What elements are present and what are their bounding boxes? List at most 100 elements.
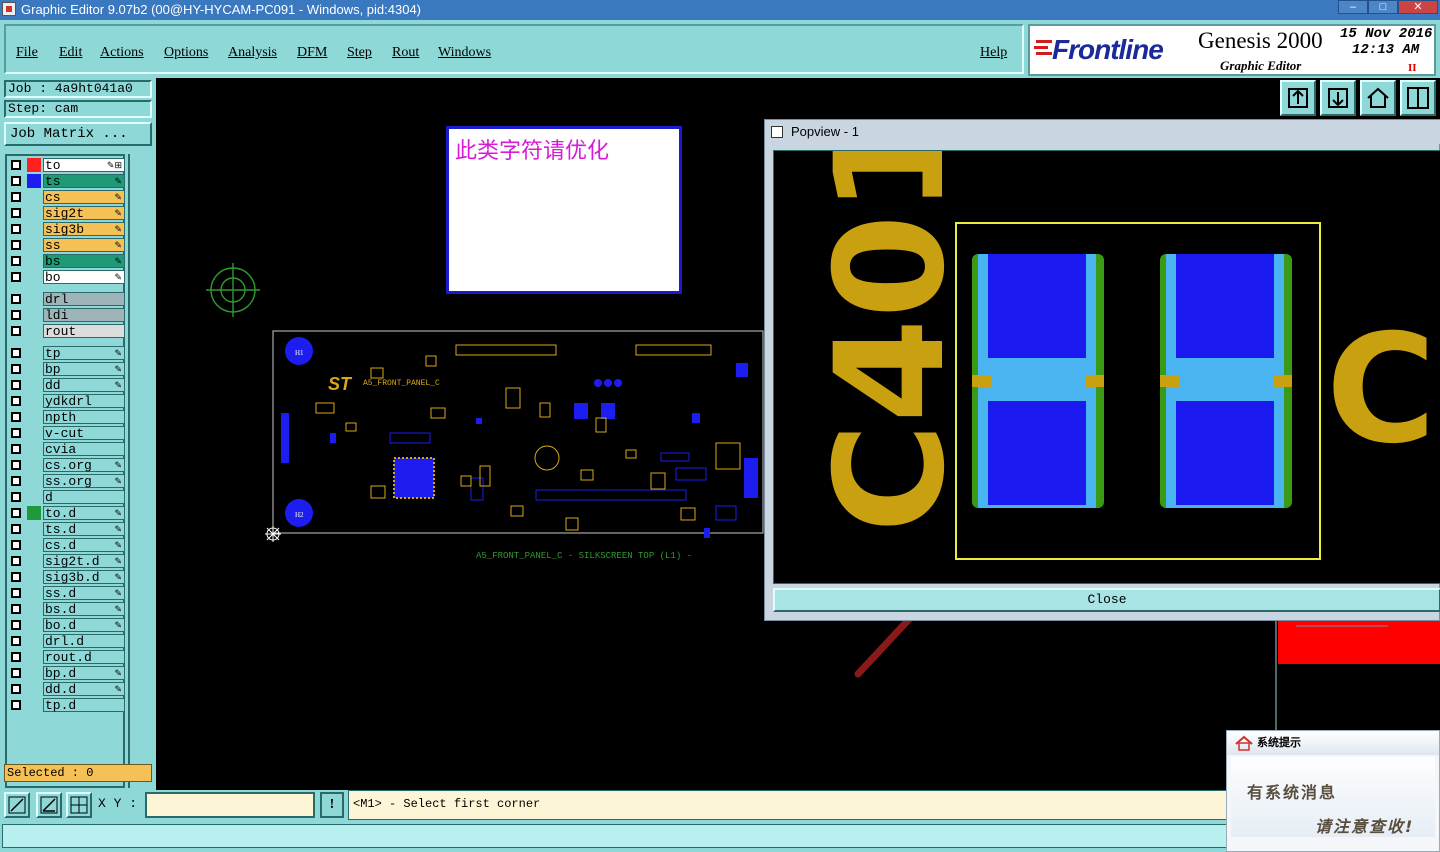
layer-checkbox[interactable]	[11, 636, 21, 646]
download-tool-button[interactable]	[1320, 80, 1356, 116]
menu-step[interactable]: Step	[347, 45, 372, 61]
menu-help[interactable]: Help	[980, 45, 1007, 61]
layer-name[interactable]: ts.d ✎	[43, 522, 125, 536]
layer-checkbox[interactable]	[11, 460, 21, 470]
layer-checkbox[interactable]	[11, 540, 21, 550]
menu-analysis[interactable]: Analysis	[228, 45, 277, 61]
layer-checkbox[interactable]	[11, 240, 21, 250]
pause-indicator-icon[interactable]: II	[1408, 62, 1417, 74]
layer-color-swatch[interactable]	[27, 394, 41, 408]
job-matrix-button[interactable]: Job Matrix ...	[4, 122, 152, 146]
layer-color-swatch[interactable]	[27, 634, 41, 648]
layer-row[interactable]: cs ✎	[9, 190, 125, 204]
layer-color-swatch[interactable]	[27, 158, 41, 172]
layer-color-swatch[interactable]	[27, 522, 41, 536]
layer-checkbox[interactable]	[11, 476, 21, 486]
layer-row[interactable]: ts.d ✎	[9, 522, 125, 536]
layer-name[interactable]: rout	[43, 324, 125, 338]
layer-color-swatch[interactable]	[27, 254, 41, 268]
menu-edit[interactable]: Edit	[59, 45, 82, 61]
layer-row[interactable]: to.d ✎	[9, 506, 125, 520]
layer-name[interactable]: sig2t ✎	[43, 206, 125, 220]
layer-name[interactable]: sig3b.d ✎	[43, 570, 125, 584]
layer-row[interactable]: ss.org ✎	[9, 474, 125, 488]
layer-row[interactable]: drl	[9, 292, 125, 306]
layer-list-scrollbar[interactable]	[128, 154, 152, 788]
layer-name[interactable]: ss.org ✎	[43, 474, 125, 488]
layer-name[interactable]: cs.d ✎	[43, 538, 125, 552]
layer-checkbox[interactable]	[11, 294, 21, 304]
layer-row[interactable]: tp ✎	[9, 346, 125, 360]
popview-canvas[interactable]: C401 C4	[773, 110, 1440, 584]
layer-name[interactable]: d	[43, 490, 125, 504]
layer-checkbox[interactable]	[11, 208, 21, 218]
layer-row[interactable]: ldi	[9, 308, 125, 322]
layer-color-swatch[interactable]	[27, 308, 41, 322]
popview-title-bar[interactable]: Popview - 1	[765, 120, 1440, 144]
layer-checkbox[interactable]	[11, 364, 21, 374]
xy-input[interactable]	[145, 792, 315, 818]
layer-checkbox[interactable]	[11, 620, 21, 630]
layer-checkbox[interactable]	[11, 396, 21, 406]
menu-actions[interactable]: Actions	[100, 45, 144, 61]
layer-name[interactable]: tp.d	[43, 698, 125, 712]
layer-color-swatch[interactable]	[27, 270, 41, 284]
layer-color-swatch[interactable]	[27, 586, 41, 600]
layer-row[interactable]: dd.d ✎	[9, 682, 125, 696]
layer-checkbox[interactable]	[11, 444, 21, 454]
upload-tool-button[interactable]	[1280, 80, 1316, 116]
layer-checkbox[interactable]	[11, 652, 21, 662]
layer-color-swatch[interactable]	[27, 410, 41, 424]
layer-checkbox[interactable]	[11, 224, 21, 234]
layer-name[interactable]: sig2t.d ✎	[43, 554, 125, 568]
angle-tool-button[interactable]	[36, 792, 62, 818]
system-notification-popup[interactable]: 系统提示 有系统消息 请注意查收!	[1226, 730, 1440, 852]
layer-row[interactable]: rout	[9, 324, 125, 338]
layer-checkbox[interactable]	[11, 326, 21, 336]
popview-close-button[interactable]: Close	[773, 588, 1440, 612]
layer-row[interactable]: drl.d	[9, 634, 125, 648]
layer-color-swatch[interactable]	[27, 362, 41, 376]
layer-color-swatch[interactable]	[27, 538, 41, 552]
layer-checkbox[interactable]	[11, 192, 21, 202]
layer-color-swatch[interactable]	[27, 292, 41, 306]
layer-name[interactable]: cs.org ✎	[43, 458, 125, 472]
layer-color-swatch[interactable]	[27, 238, 41, 252]
layer-row[interactable]: ts ✎	[9, 174, 125, 188]
layer-row[interactable]: bs ✎	[9, 254, 125, 268]
layer-color-swatch[interactable]	[27, 666, 41, 680]
layer-row[interactable]: to ✎⊞	[9, 158, 125, 172]
layer-name[interactable]: bs ✎	[43, 254, 125, 268]
layer-checkbox[interactable]	[11, 524, 21, 534]
layer-color-swatch[interactable]	[27, 346, 41, 360]
layer-name[interactable]: bp.d ✎	[43, 666, 125, 680]
layer-checkbox[interactable]	[11, 412, 21, 422]
layer-checkbox[interactable]	[11, 700, 21, 710]
layer-checkbox[interactable]	[11, 256, 21, 266]
layer-color-swatch[interactable]	[27, 570, 41, 584]
layer-checkbox[interactable]	[11, 684, 21, 694]
layer-name[interactable]: bs.d ✎	[43, 602, 125, 616]
menu-options[interactable]: Options	[164, 45, 208, 61]
layer-checkbox[interactable]	[11, 572, 21, 582]
layer-row[interactable]: bp.d ✎	[9, 666, 125, 680]
layer-row[interactable]: npth	[9, 410, 125, 424]
layer-color-swatch[interactable]	[27, 602, 41, 616]
layer-row[interactable]: bs.d ✎	[9, 602, 125, 616]
layer-color-swatch[interactable]	[27, 378, 41, 392]
layer-checkbox[interactable]	[11, 176, 21, 186]
layer-name[interactable]: bp ✎	[43, 362, 125, 376]
layer-checkbox[interactable]	[11, 668, 21, 678]
layer-name[interactable]: tp ✎	[43, 346, 125, 360]
menu-windows[interactable]: Windows	[438, 45, 491, 61]
layer-name[interactable]: drl.d	[43, 634, 125, 648]
layer-color-swatch[interactable]	[27, 206, 41, 220]
layer-checkbox[interactable]	[11, 380, 21, 390]
layer-checkbox[interactable]	[11, 604, 21, 614]
layer-row[interactable]: ss ✎	[9, 238, 125, 252]
layer-name[interactable]: v-cut	[43, 426, 125, 440]
layer-color-swatch[interactable]	[27, 222, 41, 236]
layer-checkbox[interactable]	[11, 508, 21, 518]
layer-checkbox[interactable]	[11, 556, 21, 566]
layer-name[interactable]: dd.d ✎	[43, 682, 125, 696]
